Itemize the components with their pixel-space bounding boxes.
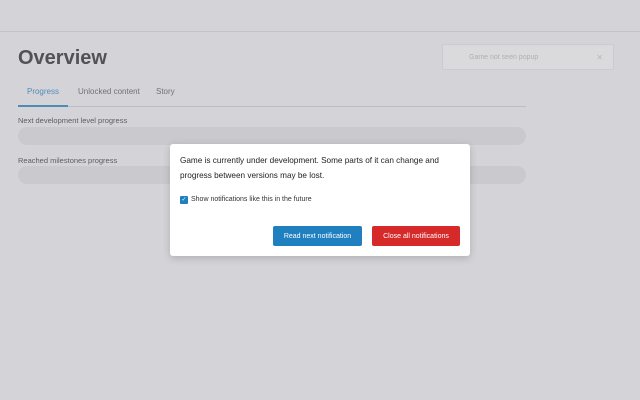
read-next-notification-button[interactable]: Read next notification xyxy=(273,226,362,246)
notification-message: Game is currently under development. Som… xyxy=(180,156,439,180)
close-all-notifications-button[interactable]: Close all notifications xyxy=(372,226,460,246)
game-overview-page: Overview Game not seen popup ✕ Progress … xyxy=(0,0,640,400)
checkbox-label[interactable]: Show notifications like this in the futu… xyxy=(191,196,312,203)
notification-dialog: Game is currently under development. Som… xyxy=(170,144,470,256)
checkbox[interactable]: ✓ xyxy=(180,196,188,204)
